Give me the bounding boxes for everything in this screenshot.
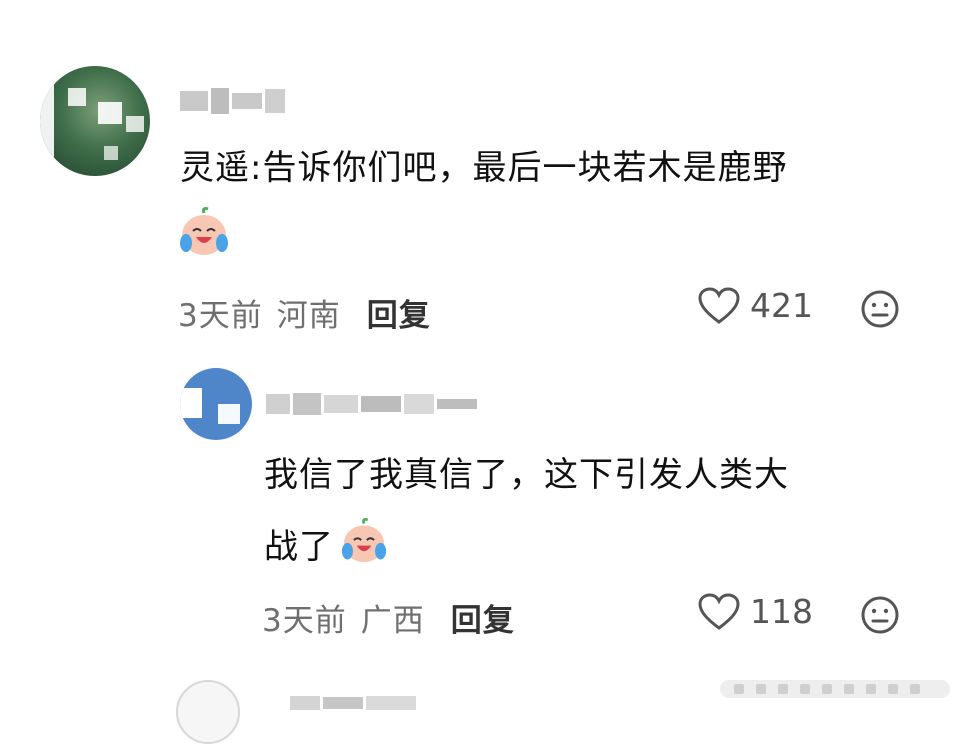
comment-location: 广西 bbox=[360, 603, 425, 639]
comment-time: 3天前 bbox=[262, 603, 347, 639]
comment-meta: 3天前 广西 回复 bbox=[262, 595, 515, 640]
avatar[interactable] bbox=[180, 368, 252, 440]
comment-time: 3天前 bbox=[178, 298, 263, 334]
like-count: 421 bbox=[750, 286, 813, 325]
comment-text-line-2: 战了 bbox=[264, 518, 388, 576]
comment-meta: 3天前 河南 回复 bbox=[178, 290, 431, 335]
comment-text-tail: 战了 bbox=[264, 527, 334, 567]
meh-face-icon[interactable] bbox=[860, 289, 900, 333]
username-redacted[interactable] bbox=[266, 393, 477, 415]
comment-location: 河南 bbox=[276, 298, 341, 334]
comment-text-line-1: 我信了我真信了，这下引发人类大 bbox=[264, 455, 789, 495]
like-button[interactable]: 421 bbox=[698, 286, 813, 325]
username-redacted[interactable] bbox=[180, 88, 285, 114]
username-redacted[interactable] bbox=[290, 696, 416, 710]
watermark bbox=[720, 676, 950, 702]
avatar[interactable] bbox=[176, 680, 240, 744]
crying-laughing-emoji bbox=[340, 518, 388, 576]
heart-outline-icon bbox=[698, 592, 740, 630]
reply-button[interactable]: 回复 bbox=[451, 595, 515, 640]
meh-face-icon[interactable] bbox=[860, 595, 900, 639]
crying-laughing-emoji bbox=[178, 207, 230, 261]
avatar[interactable] bbox=[40, 66, 150, 176]
comment-text: 灵遥:告诉你们吧，最后一块若木是鹿野 bbox=[180, 148, 788, 188]
reply-button[interactable]: 回复 bbox=[367, 290, 431, 335]
like-button[interactable]: 118 bbox=[698, 592, 813, 631]
heart-outline-icon bbox=[698, 286, 740, 324]
like-count: 118 bbox=[750, 592, 813, 631]
